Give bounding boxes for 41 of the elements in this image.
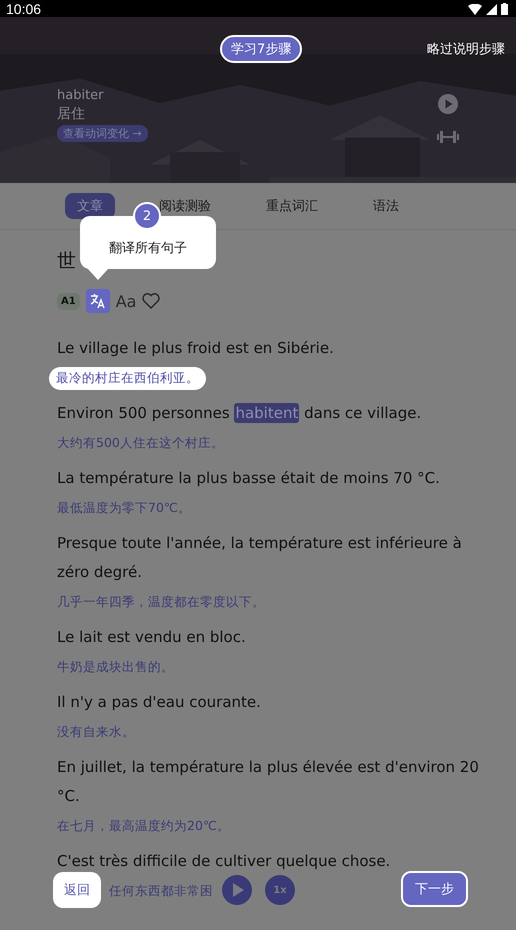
sentence-text: En juillet, la température la plus élevée est d'environ 20 °C. bbox=[57, 757, 480, 807]
translation-text: 最冷的村庄在西伯利亚。 bbox=[49, 366, 206, 390]
back-button[interactable]: 返回 bbox=[53, 872, 101, 908]
step-number: 2 bbox=[133, 202, 161, 230]
translation-text: 牛奶是成块出售的。 bbox=[56, 658, 175, 676]
translation-text: 没有自来水。 bbox=[56, 722, 136, 740]
word-text: habiter bbox=[57, 88, 104, 103]
translation-text: 在七月，最高温度约为20℃。 bbox=[56, 816, 231, 834]
translation-text: 任何东西都非常困 bbox=[108, 882, 214, 900]
word-meaning: 居住 bbox=[57, 105, 85, 123]
next-button[interactable]: 下一步 bbox=[401, 871, 468, 907]
heart-icon[interactable] bbox=[142, 293, 160, 309]
sentence-text: Le lait est vendu en bloc. bbox=[57, 627, 247, 648]
tab[interactable]: 语法 bbox=[361, 193, 411, 219]
level-badge: A1 bbox=[57, 292, 80, 310]
translation-text: 几乎一年四季，温度都在零度以下。 bbox=[56, 592, 266, 610]
step-badge: 学习7步骤 bbox=[220, 35, 302, 63]
wifi-icon bbox=[468, 4, 482, 14]
battery-icon bbox=[501, 3, 508, 15]
tab[interactable]: 文章 bbox=[65, 193, 115, 219]
font-size-button[interactable]: Aa bbox=[116, 292, 136, 310]
tab[interactable]: 重点词汇 bbox=[254, 193, 330, 219]
tooltip-text: 翻译所有句子 bbox=[109, 240, 187, 257]
skip-button[interactable]: 略过说明步骤 bbox=[427, 40, 505, 58]
play-icon[interactable] bbox=[438, 94, 458, 114]
sentence-text: Le village le plus froid est en Sibérie. bbox=[57, 338, 335, 359]
translation-text: 最低温度为零下70℃。 bbox=[56, 498, 192, 516]
conjugation-button[interactable]: 查看动词变化 → bbox=[57, 125, 148, 142]
translation-text: 大约有500人住在这个村庄。 bbox=[56, 434, 225, 452]
sentence-text: Il n'y a pas d'eau courante. bbox=[57, 692, 262, 713]
status-time: 10:06 bbox=[6, 2, 42, 16]
sentence-text: Presque toute l'année, la température est inférieure à zéro degré. bbox=[57, 533, 463, 583]
sentence-text: Environ 500 personnes habitent dans ce village. bbox=[57, 402, 422, 425]
sentence-text: La température la plus basse était de moins 70 °C. bbox=[57, 468, 441, 489]
play-button-icon[interactable] bbox=[222, 875, 252, 905]
article-title: 世 bbox=[57, 249, 76, 274]
dumbbell-icon[interactable] bbox=[437, 130, 459, 144]
speed-button[interactable]: 1x bbox=[265, 875, 295, 905]
translate-icon[interactable] bbox=[86, 289, 110, 313]
sentence-text: C'est très difficile de cultiver quelque chose. bbox=[57, 851, 392, 872]
signal-icon bbox=[486, 4, 497, 14]
